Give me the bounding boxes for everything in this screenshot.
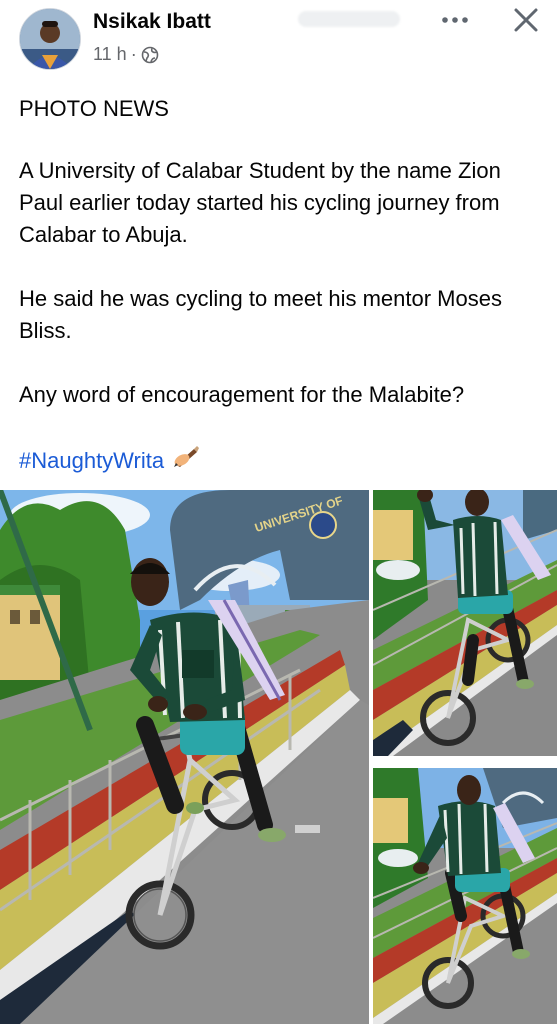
- post-header: Nsikak Ibatt 11 h ·: [0, 0, 557, 80]
- hashtag-row: #NaughtyWrita: [19, 443, 200, 478]
- author-name[interactable]: Nsikak Ibatt: [93, 10, 211, 34]
- author-avatar[interactable]: [19, 8, 81, 70]
- photo-top-right[interactable]: [373, 490, 557, 756]
- hashtag-link[interactable]: #NaughtyWrita: [19, 445, 164, 477]
- post-meta: 11 h ·: [93, 44, 159, 65]
- globe-icon: [141, 46, 159, 64]
- writing-hand-icon: [172, 443, 200, 478]
- post-paragraph-1: A University of Calabar Student by the n…: [19, 158, 501, 247]
- post-paragraph-3: Any word of encouragement for the Malabi…: [19, 382, 465, 407]
- post-title: PHOTO NEWS: [19, 96, 169, 121]
- close-icon: [514, 8, 538, 32]
- meta-separator: ·: [130, 44, 137, 64]
- photo-grid: UNIVERSITY OF: [0, 490, 557, 1024]
- post-time[interactable]: 11 h: [93, 44, 127, 65]
- post-paragraph-2: He said he was cycling to meet his mento…: [19, 286, 502, 343]
- blurred-element: [298, 11, 400, 27]
- close-button[interactable]: [508, 4, 544, 36]
- more-horizontal-icon: [442, 17, 468, 23]
- more-options-button[interactable]: [435, 6, 475, 34]
- photo-bottom-right[interactable]: [373, 768, 557, 1024]
- photo-main[interactable]: UNIVERSITY OF: [0, 490, 369, 1024]
